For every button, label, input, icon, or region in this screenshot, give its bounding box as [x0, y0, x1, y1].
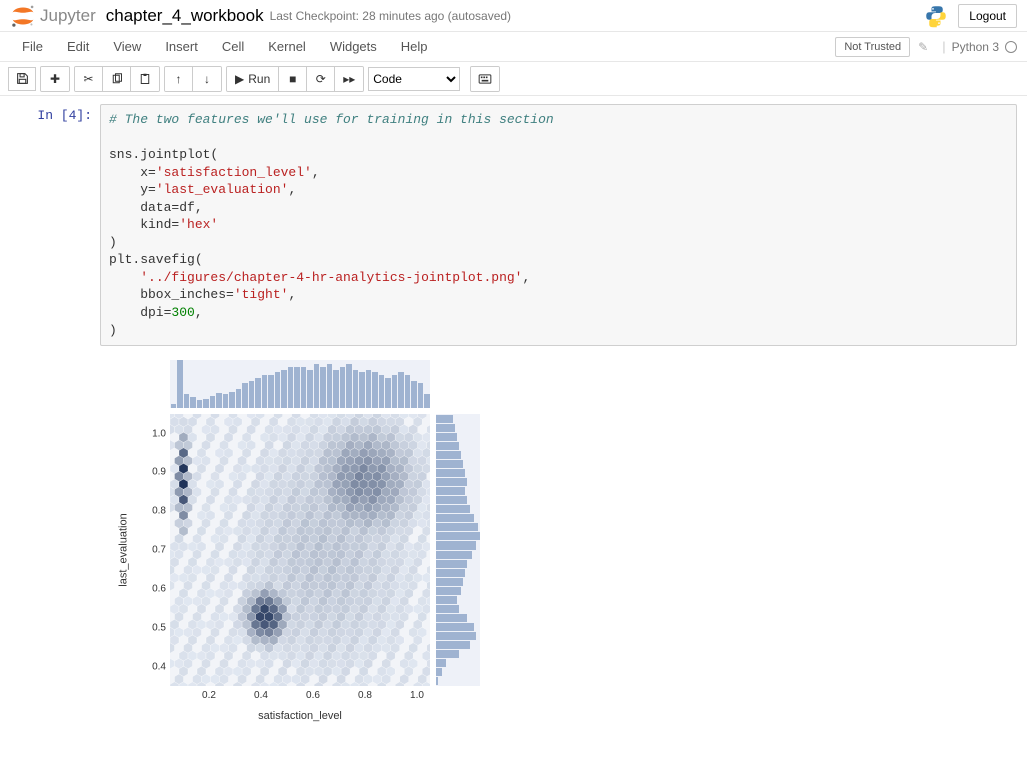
jointplot-figure: last_evaluation 0.40.50.60.70.80.91.0 0.…: [110, 360, 510, 740]
y-axis-ticks: 0.40.50.60.70.80.91.0: [140, 414, 168, 686]
menubar: File Edit View Insert Cell Kernel Widget…: [0, 32, 1027, 62]
right-marginal-histogram: [436, 414, 480, 686]
arrow-up-icon: ↑: [176, 72, 182, 86]
run-icon: ▶: [235, 72, 244, 86]
copy-button[interactable]: [103, 67, 131, 91]
kernel-status-icon: [1005, 41, 1017, 53]
cut-icon: ✂: [83, 72, 93, 86]
input-prompt: In [4]:: [10, 104, 100, 346]
logout-button[interactable]: Logout: [958, 4, 1017, 28]
run-button[interactable]: ▶ Run: [227, 67, 279, 91]
menu-help[interactable]: Help: [389, 33, 440, 60]
notebook-container: In [4]: # The two features we'll use for…: [0, 96, 1027, 766]
kernel-name: Python 3: [952, 40, 999, 54]
output-cell: . last_evaluation 0.40.50.60.70.80.91.0 …: [10, 352, 1017, 740]
notebook-name[interactable]: chapter_4_workbook: [106, 6, 264, 26]
plus-icon: ✚: [50, 72, 60, 86]
trusted-indicator[interactable]: Not Trusted: [835, 37, 910, 57]
code-cell[interactable]: In [4]: # The two features we'll use for…: [10, 104, 1017, 346]
toolbar: ✚ ✂ ↑ ↓ ▶ Run ■ ⟳ ▸▸ CodeMarkdownRaw NBC…: [0, 62, 1027, 96]
stop-icon: ■: [289, 72, 296, 86]
interrupt-button[interactable]: ■: [279, 67, 307, 91]
y-axis-label: last_evaluation: [116, 414, 132, 686]
menu-file[interactable]: File: [10, 33, 55, 60]
save-icon: [16, 72, 29, 85]
output-area: last_evaluation 0.40.50.60.70.80.91.0 0.…: [100, 352, 1017, 740]
kernel-indicator[interactable]: Python 3: [952, 40, 1017, 54]
top-marginal-histogram: [170, 360, 430, 408]
edit-icon[interactable]: ✎: [918, 40, 928, 54]
hexbin-main-axes: [170, 414, 430, 686]
restart-button[interactable]: ⟳: [307, 67, 335, 91]
menu-widgets[interactable]: Widgets: [318, 33, 389, 60]
hexbin-svg: [170, 414, 430, 686]
output-prompt: .: [10, 352, 100, 740]
fast-forward-icon: ▸▸: [343, 72, 355, 86]
menu-edit[interactable]: Edit: [55, 33, 101, 60]
paste-icon: [139, 73, 151, 85]
menu-cell[interactable]: Cell: [210, 33, 256, 60]
notebook-header: Jupyter chapter_4_workbook Last Checkpoi…: [0, 0, 1027, 32]
run-label: Run: [248, 72, 270, 86]
menu-insert[interactable]: Insert: [153, 33, 210, 60]
menu-view[interactable]: View: [101, 33, 153, 60]
python-logo-icon: [924, 4, 948, 28]
copy-icon: [111, 73, 123, 85]
x-axis-label: satisfaction_level: [170, 710, 430, 722]
restart-icon: ⟳: [316, 72, 326, 86]
move-up-button[interactable]: ↑: [165, 67, 193, 91]
arrow-down-icon: ↓: [204, 72, 210, 86]
paste-button[interactable]: [131, 67, 159, 91]
brand-text: Jupyter: [40, 6, 96, 26]
cut-button[interactable]: ✂: [75, 67, 103, 91]
move-down-button[interactable]: ↓: [193, 67, 221, 91]
jupyter-logo: Jupyter: [10, 3, 96, 29]
separator: |: [942, 39, 945, 54]
insert-cell-button[interactable]: ✚: [41, 67, 69, 91]
menu-kernel[interactable]: Kernel: [256, 33, 318, 60]
keyboard-icon: [478, 74, 492, 84]
save-button[interactable]: [8, 67, 36, 91]
checkpoint-status: Last Checkpoint: 28 minutes ago (autosav…: [270, 9, 511, 23]
command-palette-button[interactable]: [471, 67, 499, 91]
celltype-select[interactable]: CodeMarkdownRaw NBConvertHeading: [368, 67, 460, 91]
restart-run-all-button[interactable]: ▸▸: [335, 67, 363, 91]
code-input-area[interactable]: # The two features we'll use for trainin…: [100, 104, 1017, 346]
jupyter-logo-icon: [10, 3, 36, 29]
